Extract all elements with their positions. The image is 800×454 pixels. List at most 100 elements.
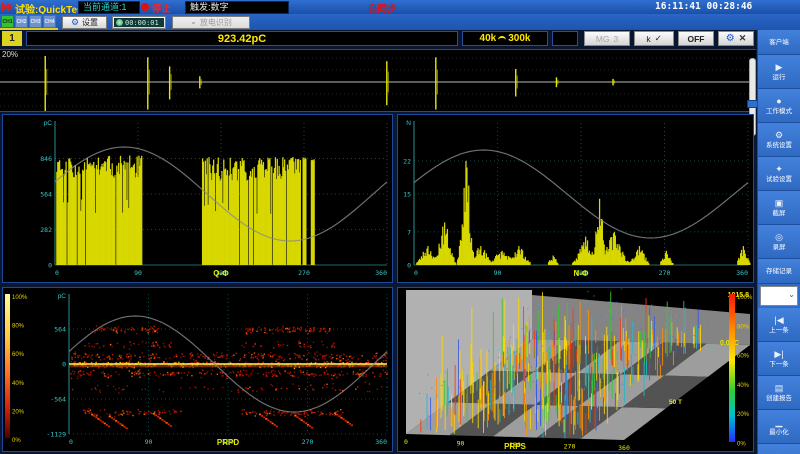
settings-button[interactable]: ⚙ 设置	[62, 16, 107, 29]
svg-text:0: 0	[407, 262, 411, 270]
prpd-chart: 100%80%60%40%20%0%5640-564-1129090180270…	[3, 288, 392, 451]
chevron-down-icon: ⌄	[788, 290, 795, 299]
off-button[interactable]: OFF	[678, 31, 714, 46]
svg-text:22: 22	[403, 157, 411, 165]
prps-chart: 090180270360PRPS1015.80.0pC50 T100%80%60…	[398, 288, 753, 451]
tab-channel-1[interactable]: 1	[2, 31, 22, 46]
n-phi-plot-panel[interactable]: 071522090180270360NN-Φ	[397, 114, 754, 283]
svg-text:282: 282	[40, 226, 52, 234]
svg-text:270: 270	[659, 269, 671, 277]
mg-button[interactable]: MG 3	[584, 31, 630, 46]
svg-text:90: 90	[457, 440, 465, 448]
channel-button-ch1[interactable]: CH1	[1, 15, 14, 28]
work-mode-label: 工作模式	[766, 107, 792, 116]
svg-text:-1129: -1129	[46, 431, 66, 439]
svg-text:0%: 0%	[12, 438, 21, 444]
svg-text:N-Φ: N-Φ	[573, 269, 588, 278]
current-channel-indicator: 当前通道:1	[78, 1, 140, 14]
next-icon: ▶|	[774, 349, 783, 360]
q-phi-chart: 0282564846090180270360pCQ-Φ	[3, 115, 392, 282]
timer-display[interactable]: 00:00:01	[112, 16, 166, 29]
sidebar-item-next-record[interactable]: ▶|下一条	[758, 342, 800, 376]
play-icon: ▶	[776, 62, 783, 73]
next-record-label: 下一条	[769, 360, 789, 369]
k-calibration-button[interactable]: k ✓	[634, 31, 674, 46]
sidebar-item-system-exit[interactable]: ↪系统退出	[758, 444, 800, 454]
settings-label: 设置	[82, 17, 98, 28]
test-icon: ✦	[775, 164, 783, 175]
previous-record-label: 上一条	[769, 326, 789, 335]
clock-icon	[116, 19, 123, 26]
sidebar-item-screen-record[interactable]: ◎录屏	[758, 225, 800, 259]
svg-text:Q-Φ: Q-Φ	[213, 269, 229, 278]
pulse-strip-chart	[0, 50, 754, 111]
record-icon: ◎	[775, 232, 783, 243]
svg-text:pC: pC	[44, 120, 53, 127]
stop-label[interactable]: 停止	[152, 1, 171, 15]
sidebar-item-previous-record[interactable]: |◀上一条	[758, 308, 800, 342]
sidebar-item-screenshot[interactable]: ▣截屏	[758, 191, 800, 225]
bandpass-curve-icon	[498, 36, 506, 44]
report-icon: ▤	[775, 383, 784, 394]
readout-row: 1 923.42pC 40k 300k MG 3 k ✓ OFF ⚙ ✕	[0, 30, 756, 49]
run-label: 运行	[773, 73, 786, 82]
channel-button-ch2[interactable]: CH2	[15, 15, 28, 28]
gear-icon: ⚙	[71, 17, 79, 28]
svg-text:40%: 40%	[737, 383, 750, 389]
pulse-strip-panel[interactable]: 20%	[0, 49, 756, 112]
svg-text:360: 360	[375, 269, 387, 277]
band-low-label: 40k	[480, 33, 497, 44]
svg-text:270: 270	[298, 269, 310, 277]
sidebar-header-storage-records: 存储记录	[758, 259, 800, 284]
prps-plot-panel[interactable]: 090180270360PRPS1015.80.0pC50 T100%80%60…	[397, 287, 754, 452]
sidebar-header-client: 客户端	[758, 30, 800, 55]
svg-text:564: 564	[40, 191, 52, 199]
svg-text:564: 564	[54, 326, 66, 334]
record-selector-dropdown[interactable]: ⌄	[760, 286, 798, 306]
svg-text:0: 0	[62, 361, 66, 369]
q-phi-plot-panel[interactable]: 0282564846090180270360pCQ-Φ	[2, 114, 393, 283]
prpd-plot-panel[interactable]: 100%80%60%40%20%0%5640-564-1129090180270…	[2, 287, 393, 452]
channel-button-ch3[interactable]: CH3	[29, 15, 42, 28]
check-icon: ✓	[655, 33, 662, 44]
exit-icon: ↪	[775, 451, 783, 454]
band-settings-button[interactable]: ⚙ ✕	[718, 31, 754, 46]
svg-text:60%: 60%	[737, 354, 750, 360]
discharge-recognition-dropdown[interactable]: ⌄ 放电识别	[172, 16, 250, 29]
title-bar: 试验:QuickTest 当前通道:1 停止 触发:数字 自同步 16:11:4…	[0, 0, 800, 14]
svg-text:20%: 20%	[737, 412, 750, 418]
svg-text:60%: 60%	[12, 352, 25, 358]
channel-button-ch4[interactable]: CH4	[43, 15, 56, 28]
app-logo-icon	[2, 2, 14, 12]
trigger-indicator: 触发:数字	[185, 1, 289, 14]
sidebar-item-test-settings[interactable]: ✦试验设置	[758, 157, 800, 191]
svg-text:90: 90	[134, 269, 142, 277]
sidebar-item-system-settings[interactable]: ⚙系统设置	[758, 123, 800, 157]
svg-text:PRPD: PRPD	[217, 438, 239, 447]
charge-readout: 923.42pC	[26, 31, 458, 46]
test-settings-label: 试验设置	[766, 175, 792, 184]
svg-text:270: 270	[302, 438, 314, 446]
screen-record-label: 录屏	[773, 243, 786, 252]
svg-text:0: 0	[48, 262, 52, 270]
sidebar-item-run[interactable]: ▶运行	[758, 55, 800, 89]
k-label: k	[646, 34, 650, 44]
bandpass-readout[interactable]: 40k 300k	[462, 31, 548, 46]
screenshot-icon: ▣	[775, 198, 784, 209]
toolbar: CH1CH2CH3CH4 ⚙ 设置 00:00:01 ⌄ 放电识别	[0, 14, 800, 30]
sidebar-item-minimize[interactable]: ▁最小化	[758, 410, 800, 444]
pd-analyzer-window: 试验:QuickTest 当前通道:1 停止 触发:数字 自同步 16:11:4…	[0, 0, 800, 454]
svg-text:360: 360	[736, 269, 748, 277]
svg-text:0: 0	[414, 269, 418, 277]
svg-text:100%: 100%	[12, 295, 28, 301]
svg-text:N: N	[406, 120, 411, 127]
system-settings-label: 系统设置	[766, 141, 792, 150]
mode-icon: ●	[776, 96, 781, 107]
sidebar-item-create-report[interactable]: ▤创建报告	[758, 376, 800, 410]
gear-icon: ⚙	[775, 130, 783, 141]
svg-text:80%: 80%	[12, 324, 25, 330]
sync-mode-label: 自同步	[368, 1, 397, 15]
sidebar-item-work-mode[interactable]: ●工作模式	[758, 89, 800, 123]
discharge-recognition-label: 放电识别	[200, 17, 232, 28]
svg-text:pC: pC	[58, 293, 67, 300]
